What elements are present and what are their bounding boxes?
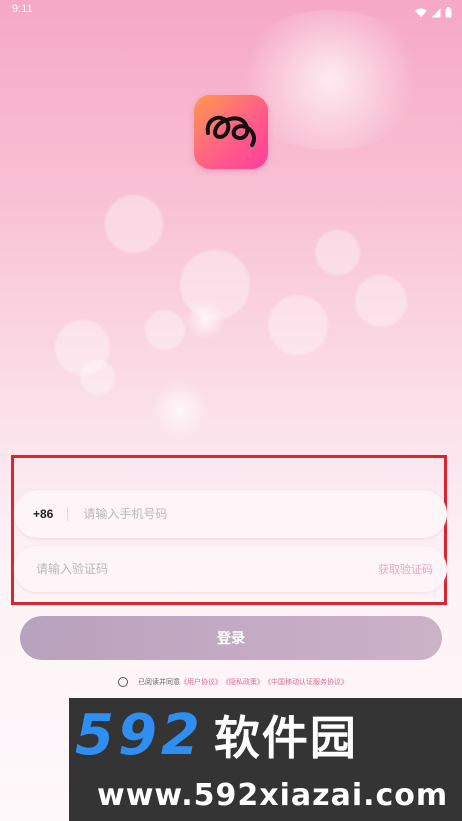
privacy-policy-link[interactable]: 《隐私政策》 (222, 677, 264, 687)
field-divider (67, 507, 69, 521)
wifi-icon (415, 3, 427, 22)
watermark-brand-name: 软件园 (213, 711, 358, 765)
verification-code-input[interactable] (34, 561, 298, 577)
watermark-banner: 592 软件园 www.592xiazai.com (69, 698, 462, 821)
phone-input[interactable] (81, 506, 386, 522)
agreement-prefix: 已阅读并同意 (138, 678, 180, 686)
watermark-brand: 592 软件园 (75, 708, 358, 764)
app-logo (194, 95, 268, 169)
get-code-button[interactable]: 获取验证码 (378, 561, 433, 577)
scribble-swirl-logo-icon (202, 107, 260, 157)
status-icons (415, 3, 452, 22)
cmcc-agreement-link[interactable]: 《中国移动认证服务协议》 (264, 677, 348, 687)
status-time: 9:11 (12, 3, 33, 15)
verification-code-field[interactable]: 获取验证码 (14, 546, 447, 592)
agree-checkbox[interactable] (118, 677, 128, 687)
watermark-brand-number: 592 (75, 703, 204, 768)
status-bar: 9:11 (0, 0, 462, 20)
cellular-signal-icon (431, 3, 441, 22)
user-agreement-link[interactable]: 《用户协议》 (180, 677, 222, 687)
login-button[interactable]: 登录 (20, 616, 442, 660)
phone-field[interactable]: +86 (14, 490, 447, 538)
watermark-url: www.592xiazai.com (97, 778, 449, 813)
country-code[interactable]: +86 (33, 507, 53, 521)
battery-icon (445, 3, 452, 22)
agreement-row: 已阅读并同意 《用户协议》 《隐私政策》 《中国移动认证服务协议》 (118, 677, 348, 687)
